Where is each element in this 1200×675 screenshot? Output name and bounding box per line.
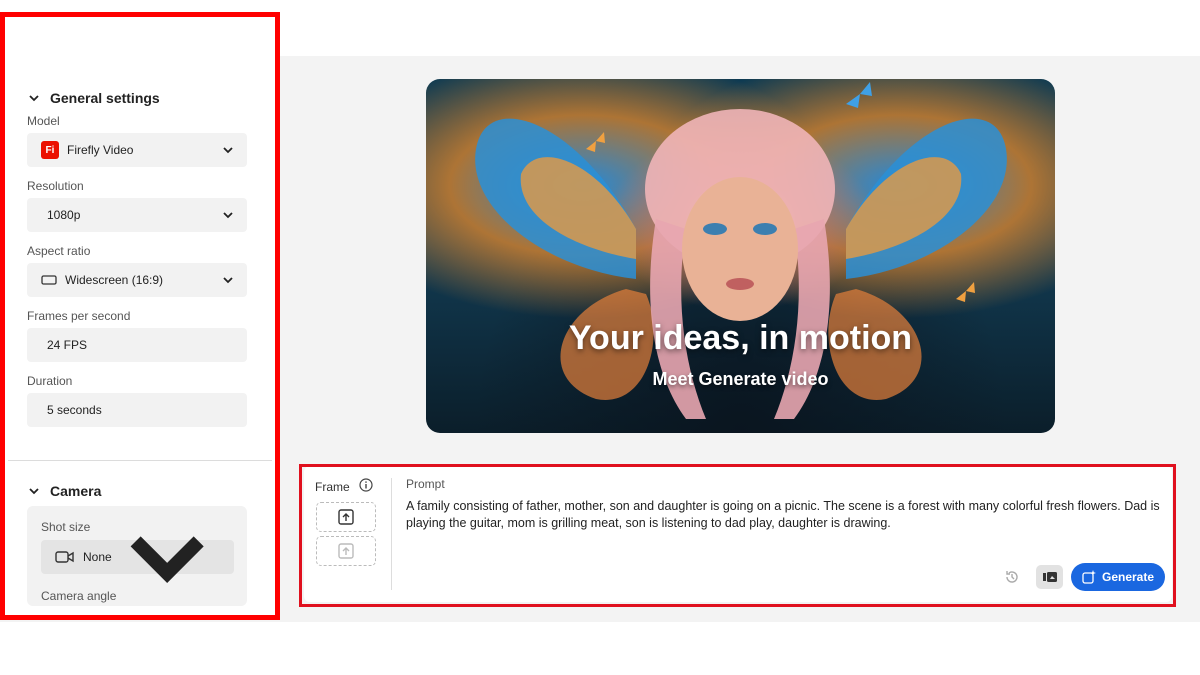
prompt-label: Prompt: [406, 477, 445, 491]
model-select[interactable]: Fi Firefly Video: [27, 133, 247, 167]
sidebar-divider: [8, 460, 272, 461]
resolution-value: 1080p: [47, 208, 81, 222]
hero-banner: Your ideas, in motion Meet Generate vide…: [426, 79, 1055, 433]
resolution-select[interactable]: 1080p: [27, 198, 247, 232]
shot-size-value: None: [83, 550, 112, 564]
camera-header[interactable]: Camera: [28, 483, 101, 499]
hero-title: Your ideas, in motion: [568, 319, 913, 357]
aspect-ratio-value: Widescreen (16:9): [65, 273, 164, 287]
fps-value: 24 FPS: [47, 338, 88, 352]
model-label: Model: [27, 114, 60, 128]
duration-label: Duration: [27, 374, 73, 388]
last-frame-upload[interactable]: [316, 536, 376, 566]
generate-button[interactable]: Generate: [1071, 563, 1165, 591]
chevron-down-icon: [223, 147, 233, 154]
shot-size-label: Shot size: [41, 520, 91, 534]
generate-label: Generate: [1101, 570, 1155, 584]
chevron-down-icon: [130, 536, 204, 583]
duration-value: 5 seconds: [47, 403, 102, 417]
first-frame-upload[interactable]: [316, 502, 376, 532]
chevron-down-icon: [29, 95, 39, 102]
chevron-down-icon: [29, 488, 39, 495]
upload-icon: [338, 543, 354, 559]
model-value: Firefly Video: [67, 143, 134, 157]
frame-label: Frame: [315, 480, 350, 494]
widescreen-icon: [41, 275, 57, 285]
aspect-ratio-label: Aspect ratio: [27, 244, 91, 258]
chevron-down-icon: [223, 277, 233, 284]
upload-icon: [338, 509, 354, 525]
aspect-ratio-select[interactable]: Widescreen (16:9): [27, 263, 247, 297]
shot-size-select[interactable]: None: [41, 536, 234, 583]
resolution-label: Resolution: [27, 179, 84, 193]
camera-heading: Camera: [50, 483, 102, 499]
video-camera-icon: [55, 551, 74, 563]
camera-angle-label: Camera angle: [41, 589, 117, 603]
general-settings-heading: General settings: [50, 90, 160, 106]
fps-field[interactable]: 24 FPS: [27, 328, 247, 362]
duration-field[interactable]: 5 seconds: [27, 393, 247, 427]
generate-icon: [1082, 570, 1096, 584]
fps-label: Frames per second: [27, 309, 131, 323]
prompt-input[interactable]: A family consisting of father, mother, s…: [406, 498, 1162, 532]
info-icon[interactable]: [359, 478, 373, 492]
prompt-divider: [391, 478, 392, 590]
history-icon[interactable]: [1004, 569, 1020, 585]
chevron-down-icon: [223, 212, 233, 219]
general-settings-header[interactable]: General settings: [28, 90, 160, 106]
hero-subtitle: Meet Generate video: [652, 369, 829, 389]
style-reference-icon: [1042, 572, 1057, 582]
style-reference-button[interactable]: [1036, 565, 1063, 589]
firefly-logo-icon: Fi: [41, 141, 59, 159]
